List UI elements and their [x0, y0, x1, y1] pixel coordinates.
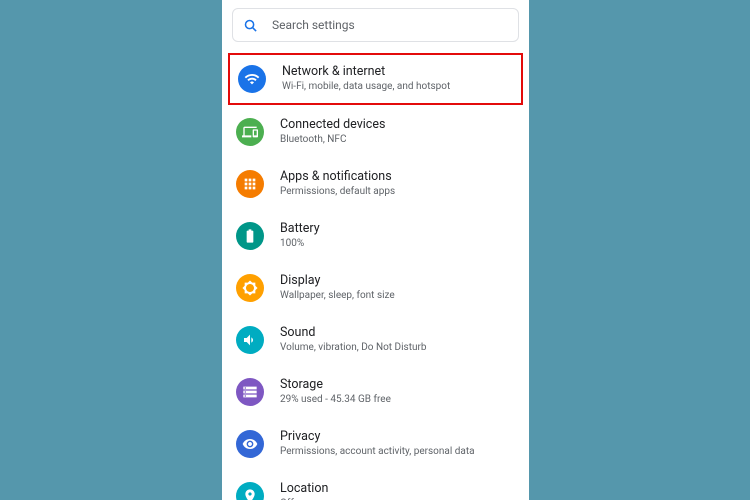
- settings-item-text: Connected devices Bluetooth, NFC: [280, 117, 385, 146]
- settings-item-sound[interactable]: Sound Volume, vibration, Do Not Disturb: [222, 314, 529, 366]
- settings-item-text: Network & internet Wi-Fi, mobile, data u…: [282, 64, 450, 93]
- search-placeholder: Search settings: [272, 18, 355, 32]
- sound-icon: [236, 326, 264, 354]
- settings-item-subtitle: Wallpaper, sleep, font size: [280, 290, 395, 303]
- settings-item-location[interactable]: Location Off: [222, 470, 529, 500]
- settings-item-title: Storage: [280, 377, 391, 393]
- settings-item-title: Connected devices: [280, 117, 385, 133]
- settings-item-text: Location Off: [280, 481, 328, 500]
- settings-item-text: Privacy Permissions, account activity, p…: [280, 429, 475, 458]
- settings-item-subtitle: 29% used - 45.34 GB free: [280, 394, 391, 407]
- settings-item-text: Display Wallpaper, sleep, font size: [280, 273, 395, 302]
- settings-item-text: Sound Volume, vibration, Do Not Disturb: [280, 325, 427, 354]
- settings-item-apps-notifications[interactable]: Apps & notifications Permissions, defaul…: [222, 158, 529, 210]
- settings-item-storage[interactable]: Storage 29% used - 45.34 GB free: [222, 366, 529, 418]
- settings-item-title: Network & internet: [282, 64, 450, 80]
- settings-item-text: Storage 29% used - 45.34 GB free: [280, 377, 391, 406]
- search-bar-container: Search settings: [222, 0, 529, 48]
- settings-item-title: Location: [280, 481, 328, 497]
- search-input[interactable]: Search settings: [232, 8, 519, 42]
- settings-item-network-internet[interactable]: Network & internet Wi-Fi, mobile, data u…: [228, 53, 523, 105]
- wifi-icon: [238, 65, 266, 93]
- display-icon: [236, 274, 264, 302]
- settings-item-title: Sound: [280, 325, 427, 341]
- battery-icon: [236, 222, 264, 250]
- search-icon: [243, 18, 258, 33]
- settings-item-subtitle: Permissions, account activity, personal …: [280, 446, 475, 459]
- settings-item-subtitle: 100%: [280, 238, 320, 251]
- settings-item-battery[interactable]: Battery 100%: [222, 210, 529, 262]
- settings-item-text: Battery 100%: [280, 221, 320, 250]
- settings-item-subtitle: Volume, vibration, Do Not Disturb: [280, 342, 427, 355]
- settings-item-title: Privacy: [280, 429, 475, 445]
- settings-item-display[interactable]: Display Wallpaper, sleep, font size: [222, 262, 529, 314]
- devices-icon: [236, 118, 264, 146]
- settings-item-subtitle: Permissions, default apps: [280, 186, 395, 199]
- settings-item-subtitle: Bluetooth, NFC: [280, 134, 385, 147]
- settings-item-text: Apps & notifications Permissions, defaul…: [280, 169, 395, 198]
- settings-item-privacy[interactable]: Privacy Permissions, account activity, p…: [222, 418, 529, 470]
- settings-item-title: Battery: [280, 221, 320, 237]
- settings-item-connected-devices[interactable]: Connected devices Bluetooth, NFC: [222, 106, 529, 158]
- settings-item-title: Display: [280, 273, 395, 289]
- settings-item-title: Apps & notifications: [280, 169, 395, 185]
- privacy-icon: [236, 430, 264, 458]
- settings-list: Network & internet Wi-Fi, mobile, data u…: [222, 48, 529, 500]
- apps-icon: [236, 170, 264, 198]
- location-icon: [236, 482, 264, 500]
- storage-icon: [236, 378, 264, 406]
- settings-screen: Search settings Network & internet Wi-Fi…: [222, 0, 529, 500]
- settings-item-subtitle: Wi-Fi, mobile, data usage, and hotspot: [282, 81, 450, 94]
